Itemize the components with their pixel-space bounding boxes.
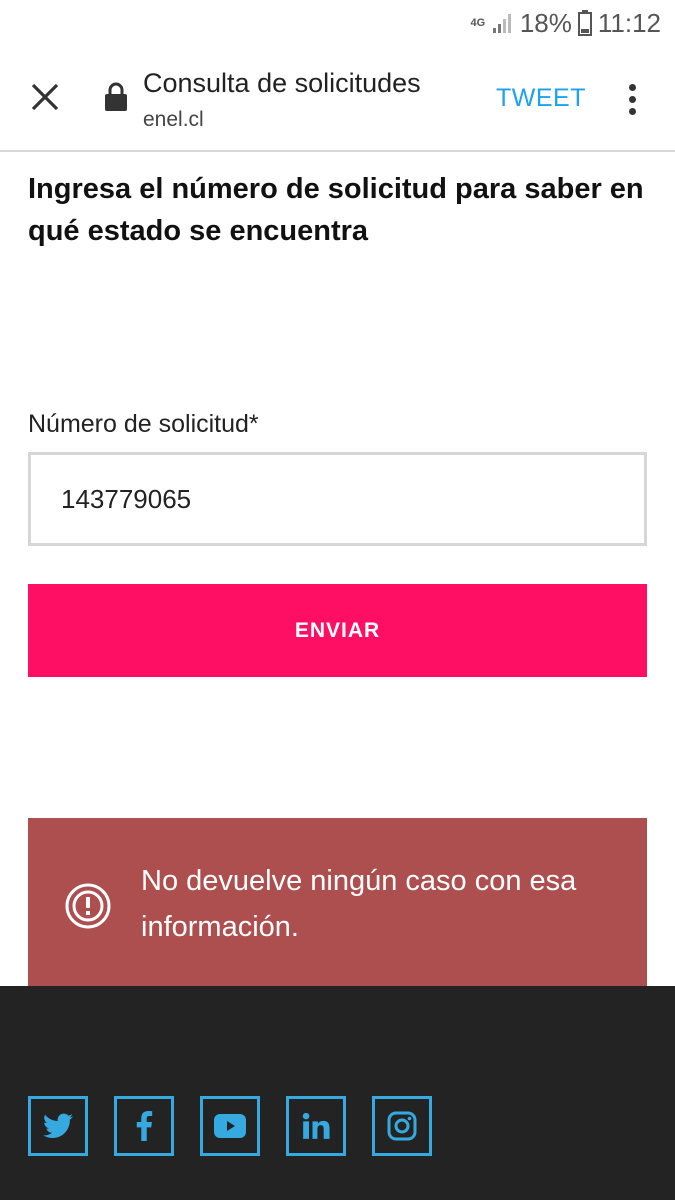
battery-icon [577,10,592,36]
battery-percent: 18% [519,7,572,38]
clock: 11:12 [597,7,661,38]
custom-tab-toolbar: Consulta de solicitudes enel.cl TWEET [0,46,675,152]
kebab-dot [628,107,636,115]
youtube-icon [214,1114,246,1138]
more-options-button[interactable] [612,76,652,122]
linkedin-link[interactable] [286,1096,346,1156]
youtube-link[interactable] [200,1096,260,1156]
page-heading: Ingresa el número de solicitud para sabe… [28,173,644,247]
page-domain: enel.cl [143,108,204,131]
error-message: No devuelve ningún caso con esa informac… [141,865,577,943]
alert-icon [65,883,111,929]
submit-button[interactable]: ENVIAR [28,584,647,677]
kebab-dot [628,95,636,103]
screen: 4G 18% 11:12 Consulta de solicitudes ene… [0,0,675,1200]
status-indicators: 4G 18% 11:12 [470,8,661,38]
lock-icon [105,82,127,111]
status-bar: 4G 18% 11:12 [0,0,675,46]
network-type: 4G [470,16,486,29]
close-button[interactable] [22,74,68,120]
kebab-dot [628,83,636,91]
instagram-icon [387,1111,417,1141]
twitter-icon [43,1113,73,1138]
linkedin-icon [302,1112,330,1139]
facebook-link[interactable] [114,1096,174,1156]
request-number-input[interactable] [28,452,647,546]
close-icon [31,83,59,111]
twitter-link[interactable] [28,1096,88,1156]
facebook-icon [136,1111,153,1141]
error-alert: No devuelve ningún caso con esa informac… [28,818,647,998]
tweet-button[interactable]: TWEET [496,84,586,113]
request-number-label: Número de solicitud* [28,410,259,438]
page-title: Consulta de solicitudes [143,68,421,98]
instagram-link[interactable] [372,1096,432,1156]
signal-icon [492,14,511,33]
footer [0,986,675,1200]
